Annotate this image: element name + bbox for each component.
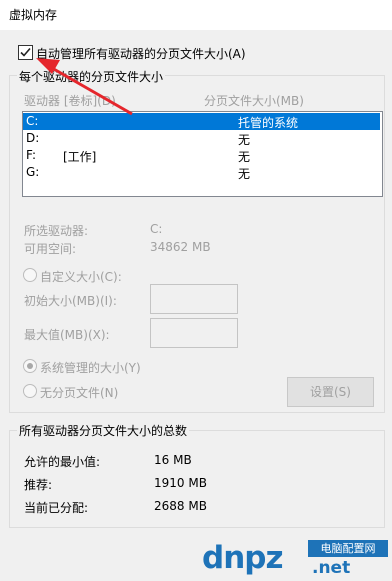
watermark-domain: .net (312, 558, 351, 578)
watermark-logo: dnpz 电脑配置网 .net (202, 540, 388, 578)
annotation-arrow-icon (36, 58, 133, 116)
watermark-main-text: dnpz (202, 540, 283, 576)
watermark-tag: 电脑配置网 (308, 540, 388, 557)
